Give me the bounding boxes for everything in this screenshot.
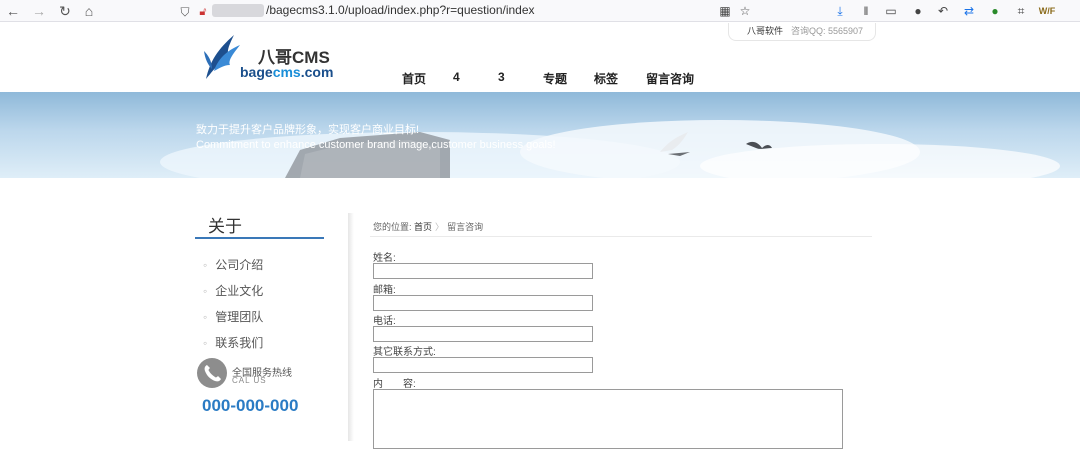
bullet-icon: ◦ <box>203 310 208 324</box>
phone-field[interactable] <box>373 326 593 342</box>
insecure-lock-icon[interactable]: 🔓︎ <box>194 3 212 21</box>
address-bar[interactable]: ⛉ 🔓︎ /bagecms3.1.0/upload/index.php?r=qu… <box>170 1 760 20</box>
breadcrumb-home[interactable]: 首页 <box>414 222 432 232</box>
content-divider <box>348 213 354 441</box>
nav-tags[interactable]: 标签 <box>594 70 618 87</box>
qr-code-icon[interactable]: ▦ <box>716 2 734 20</box>
hero-banner: 致力于提升客户品牌形象，实现客户商业目标! Commitment to enha… <box>0 92 1080 178</box>
email-field[interactable] <box>373 295 593 311</box>
nav-item-3[interactable]: 3 <box>498 70 505 84</box>
downloads-icon[interactable]: ⤓ <box>831 2 849 20</box>
hotline-number: 000-000-000 <box>202 396 299 415</box>
name-field[interactable] <box>373 263 593 279</box>
browser-toolbar: ← → ↻ ⌂ ⛉ 🔓︎ /bagecms3.1.0/upload/index.… <box>0 0 1080 22</box>
shield-icon[interactable]: ⛉ <box>176 3 194 21</box>
name-label: 姓名: <box>373 253 396 264</box>
bullet-icon: ◦ <box>203 258 208 272</box>
hotline-label-en: CAL US <box>232 376 267 385</box>
sidebar-item-team[interactable]: ◦ 管理团队 <box>203 308 263 325</box>
site-logo[interactable]: 八哥CMS bagecms.com <box>200 31 350 83</box>
sidebar-item-culture[interactable]: ◦ 企业文化 <box>203 282 263 299</box>
bird-logo-icon <box>204 35 240 79</box>
bookmark-star-icon[interactable]: ☆ <box>736 2 754 20</box>
phone-label: 电话: <box>373 316 396 327</box>
content-label: 内 容: <box>373 379 416 390</box>
forward-icon[interactable]: → <box>30 2 48 20</box>
bullet-icon: ◦ <box>203 284 208 298</box>
nav-topics[interactable]: 专题 <box>543 70 567 87</box>
other-contact-label: 其它联系方式: <box>373 347 436 358</box>
phone-icon <box>197 358 227 388</box>
reload-icon[interactable]: ↻ <box>56 2 74 20</box>
nav-guestbook[interactable]: 留言咨询 <box>646 70 694 87</box>
breadcrumb-separator: 〉 <box>435 222 445 232</box>
nav-home[interactable]: 首页 <box>402 70 426 87</box>
library-icon[interactable]: ‖ <box>857 2 875 20</box>
banner-slogan-en: Commitment to enhance customer brand ima… <box>196 139 556 151</box>
qq-contact: 咨询QQ: 5565907 <box>791 26 864 36</box>
sidebar-icon[interactable]: ▭ <box>882 2 900 20</box>
nav-item-4[interactable]: 4 <box>453 70 460 84</box>
url-text[interactable]: /bagecms3.1.0/upload/index.php?r=questio… <box>266 3 535 17</box>
sidebar-item-contact[interactable]: ◦ 联系我们 <box>203 334 263 351</box>
home-icon[interactable]: ⌂ <box>80 2 98 20</box>
extension-wf-icon[interactable]: W/F <box>1038 2 1056 20</box>
banner-slogan-cn: 致力于提升客户品牌形象，实现客户商业目标! <box>196 124 420 136</box>
banner-scenery <box>160 120 1060 178</box>
crop-icon[interactable]: ⌗ <box>1012 2 1030 20</box>
undo-icon[interactable]: ↶ <box>934 2 952 20</box>
email-label: 邮箱: <box>373 285 396 296</box>
redacted-host <box>212 4 264 17</box>
breadcrumb-current[interactable]: 留言咨询 <box>447 222 483 232</box>
extension-green-icon[interactable]: ● <box>986 2 1004 20</box>
breadcrumb-divider <box>370 236 872 237</box>
sync-icon[interactable]: ⇄ <box>960 2 978 20</box>
sidebar-title: 关于 <box>208 217 242 236</box>
back-icon[interactable]: ← <box>4 2 22 20</box>
logo-domain: bagecms.com <box>240 64 334 80</box>
top-contact-tab: 八哥软件 咨询QQ: 5565907 <box>728 23 876 41</box>
sidebar-title-underline <box>195 237 324 239</box>
other-contact-field[interactable] <box>373 357 593 373</box>
chat-icon[interactable]: ● <box>909 2 927 20</box>
sidebar-item-company-intro[interactable]: ◦ 公司介绍 <box>203 256 263 273</box>
content-textarea[interactable] <box>373 389 843 449</box>
company-name: 八哥软件 <box>747 26 784 36</box>
breadcrumb: 您的位置: 首页〉留言咨询 <box>373 222 484 232</box>
bullet-icon: ◦ <box>203 336 208 350</box>
